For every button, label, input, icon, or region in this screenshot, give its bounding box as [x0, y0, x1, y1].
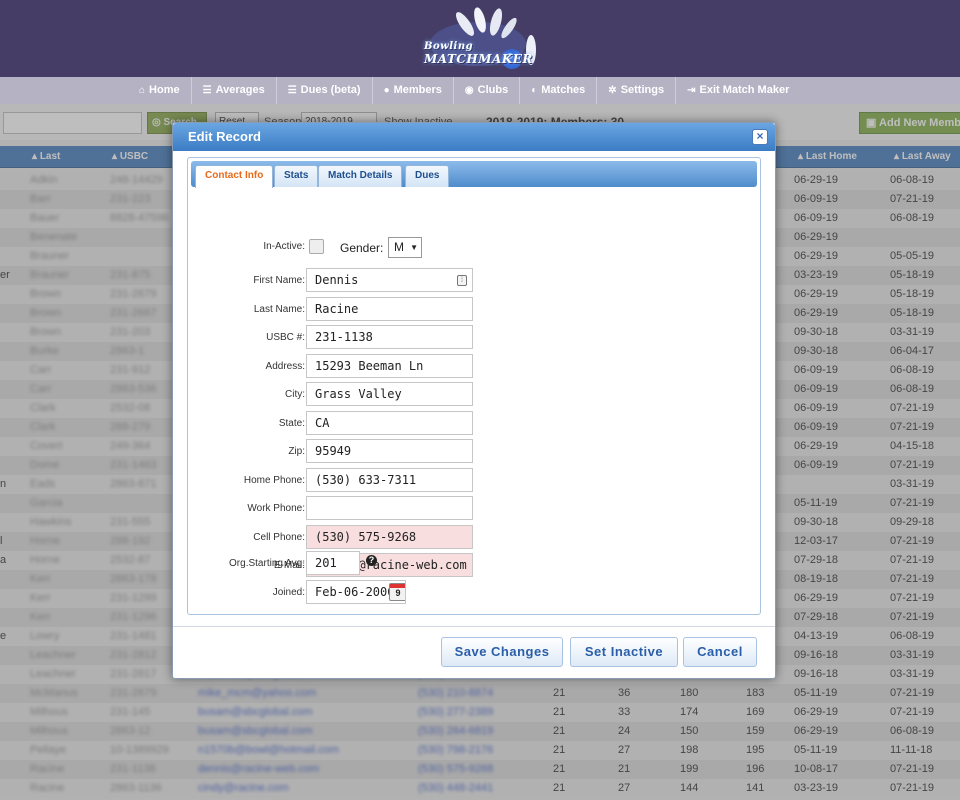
tab-contact-info[interactable]: Contact Info: [195, 165, 274, 188]
state-label: State:: [278, 418, 305, 429]
nav-label: Matches: [541, 84, 586, 96]
cancel-button[interactable]: Cancel: [683, 637, 757, 667]
address-label: Address:: [265, 361, 305, 372]
last-name-label: Last Name:: [253, 304, 305, 315]
city-label: City:: [285, 389, 305, 400]
home-phone-field[interactable]: (530) 633-7311: [306, 468, 473, 492]
nav-dues[interactable]: ☰ Dues (beta): [277, 77, 373, 104]
dialog-footer-divider: [173, 626, 775, 627]
save-changes-button[interactable]: Save Changes: [441, 637, 563, 667]
work-phone-field[interactable]: [306, 496, 473, 520]
address-field[interactable]: 15293 Beeman Ln: [306, 354, 473, 378]
set-inactive-button[interactable]: Set Inactive: [570, 637, 678, 667]
nav-label: Members: [393, 84, 442, 96]
main-nav-bar: ⌂ Home ☰ Averages ☰ Dues (beta) ● Members ◉ C…: [0, 77, 960, 104]
nav-label: Clubs: [477, 84, 509, 96]
logo-text: Bowling MATCHMAKER: [424, 41, 533, 67]
gear-icon: ✲: [608, 85, 617, 96]
dialog-title: Edit Record: [188, 129, 261, 144]
home-icon: ⌂: [139, 85, 146, 96]
users-icon: ◉: [464, 85, 474, 96]
joined-label: Joined:: [272, 587, 305, 598]
starting-avg-field[interactable]: 201: [306, 551, 360, 575]
usbc-label: USBC #:: [266, 332, 305, 343]
gender-select[interactable]: M ▼: [388, 237, 422, 258]
tab-stats[interactable]: Stats: [274, 165, 319, 187]
bowling-ball-icon: ◐: [531, 85, 538, 96]
record-tabs: Contact Info Stats Match Details Dues In…: [187, 157, 761, 615]
main-nav: ⌂ Home ☰ Averages ☰ Dues (beta) ● Members ◉ C…: [128, 77, 800, 104]
close-icon[interactable]: ×: [752, 129, 768, 145]
joined-date-field[interactable]: Feb-06-2006 9: [306, 580, 406, 604]
nav-exit[interactable]: ⇥ Exit Match Maker: [676, 77, 800, 104]
last-name-field[interactable]: Racine: [306, 297, 473, 321]
chevron-down-icon: ▼: [410, 243, 418, 252]
calendar-icon[interactable]: 9: [389, 583, 405, 601]
nav-label: Dues (beta): [300, 84, 361, 96]
tab-bar: Contact Info Stats Match Details Dues: [191, 161, 757, 188]
first-name-label: First Name:: [253, 275, 305, 286]
first-name-field[interactable]: Dennis ⁞: [306, 268, 473, 292]
nav-label: Settings: [620, 84, 665, 96]
list-icon: ☰: [287, 85, 297, 96]
tab-match-details[interactable]: Match Details: [318, 165, 403, 187]
nav-members[interactable]: ● Members: [373, 77, 454, 104]
nav-averages[interactable]: ☰ Averages: [192, 77, 277, 104]
in-active-checkbox[interactable]: [309, 239, 324, 254]
nav-label: Home: [149, 84, 180, 96]
tab-dues[interactable]: Dues: [405, 165, 450, 187]
cell-phone-field[interactable]: (530) 575-9268: [306, 525, 473, 549]
city-field[interactable]: Grass Valley: [306, 382, 473, 406]
nav-label: Averages: [215, 84, 265, 96]
starting-avg-label: Org.Starting Avg:: [229, 558, 305, 569]
help-icon[interactable]: ?: [366, 555, 377, 566]
nav-matches[interactable]: ◐ Matches: [520, 77, 598, 104]
nav-settings[interactable]: ✲ Settings: [597, 77, 677, 104]
gender-label: Gender:: [340, 241, 384, 255]
exit-icon: ⇥: [687, 85, 696, 96]
usbc-field[interactable]: 231-1138: [306, 325, 473, 349]
list-icon: ☰: [202, 85, 212, 96]
app-logo[interactable]: Bowling MATCHMAKER: [410, 4, 545, 74]
edit-record-dialog: Edit Record × Contact Info Stats Match D…: [172, 122, 776, 679]
nav-home[interactable]: ⌂ Home: [128, 77, 192, 104]
zip-field[interactable]: 95949: [306, 439, 473, 463]
user-icon: ●: [383, 85, 390, 96]
cell-phone-label: Cell Phone:: [253, 532, 305, 543]
app-header: Bowling MATCHMAKER: [0, 0, 960, 77]
work-phone-label: Work Phone:: [247, 503, 305, 514]
nav-clubs[interactable]: ◉ Clubs: [454, 77, 521, 104]
dialog-titlebar: Edit Record ×: [173, 123, 775, 151]
password-manager-icon[interactable]: ⁞: [457, 275, 467, 286]
state-field[interactable]: CA: [306, 411, 473, 435]
nav-label: Exit Match Maker: [699, 84, 790, 96]
in-active-label: In-Active:: [263, 241, 305, 252]
home-phone-label: Home Phone:: [243, 475, 305, 486]
zip-label: Zip:: [288, 446, 305, 457]
